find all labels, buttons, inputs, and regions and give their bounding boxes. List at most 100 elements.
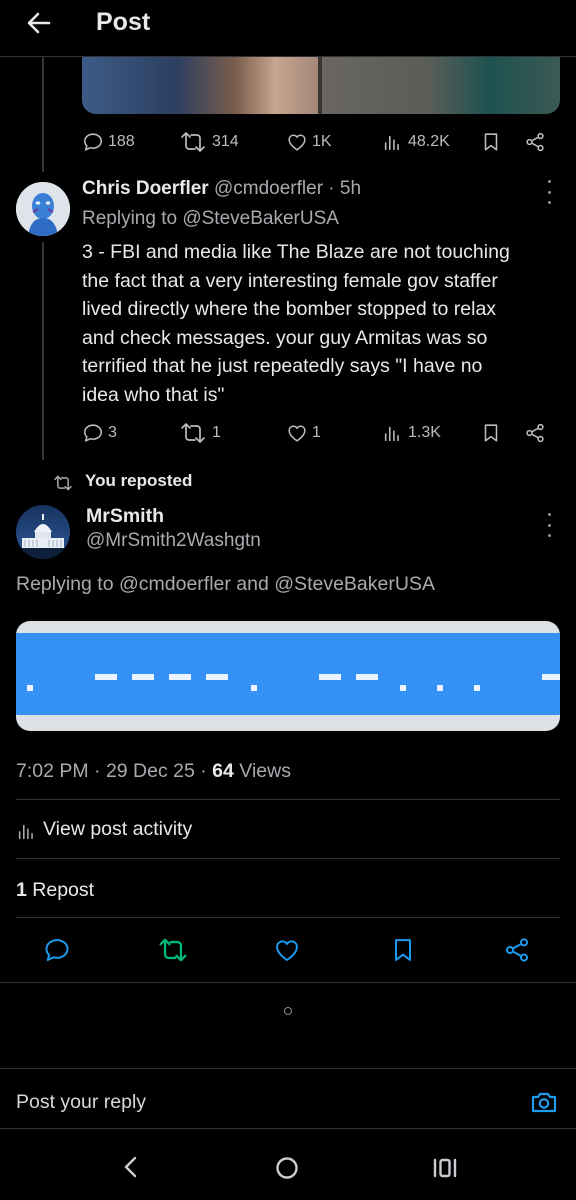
camera-icon <box>531 1092 557 1113</box>
repost-icon <box>181 132 205 152</box>
mention-link[interactable]: @SteveBakerUSA <box>182 208 339 229</box>
recent-apps-icon <box>433 1158 457 1178</box>
page-title: Post <box>96 8 151 36</box>
replying-to-label: Replying to <box>82 208 183 229</box>
view-count: 1.3K <box>408 424 441 441</box>
reply-button[interactable] <box>43 936 71 969</box>
bookmark-icon <box>395 939 411 961</box>
bookmark-button[interactable] <box>480 128 502 156</box>
media-image-right[interactable] <box>322 56 560 114</box>
chevron-left-icon <box>124 1156 137 1178</box>
bookmark-button[interactable] <box>389 936 417 969</box>
repost-button[interactable]: 314 <box>178 128 239 156</box>
reply-count: 3 <box>108 424 117 441</box>
divider <box>16 799 560 800</box>
post-text-line: and check messages. your guy Armitas was… <box>82 326 488 349</box>
repost-count-label: Repost <box>26 879 95 901</box>
mention-link[interactable]: @SteveBakerUSA <box>274 573 435 595</box>
share-button[interactable] <box>524 419 546 447</box>
view-count: 48.2K <box>408 133 450 150</box>
view-post-activity-row[interactable]: View post activity <box>16 812 560 848</box>
share-icon <box>526 423 544 443</box>
divider <box>0 982 576 983</box>
reply-button[interactable]: 188 <box>82 128 135 156</box>
like-button[interactable]: 1 <box>286 419 321 447</box>
repost-count: 1 <box>16 879 27 901</box>
heart-icon <box>276 940 298 961</box>
back-arrow-icon[interactable] <box>22 6 56 40</box>
more-options-icon[interactable] <box>545 513 553 537</box>
like-button[interactable] <box>273 936 301 969</box>
system-navigation-bar <box>0 1140 576 1200</box>
repost-count: 314 <box>212 133 239 150</box>
nav-recents-button[interactable] <box>432 1156 458 1185</box>
like-count: 1K <box>312 133 332 150</box>
display-name[interactable]: Chris Doerfler <box>82 178 209 199</box>
thread-line <box>42 57 44 172</box>
share-icon <box>505 938 529 962</box>
like-button[interactable]: 1K <box>286 128 332 156</box>
avatar-figure-icon <box>16 182 70 236</box>
reply-input[interactable]: Post your reply <box>16 1091 146 1114</box>
media-image-left[interactable] <box>82 56 318 114</box>
reply-post-header: Chris Doerfler @cmdoerfler · 5h <box>82 177 361 201</box>
nav-home-button[interactable] <box>275 1156 299 1185</box>
display-name[interactable]: MrSmith <box>86 504 164 528</box>
reply-count: 188 <box>108 133 135 150</box>
post-text-line: lived directly where the bomber stopped … <box>82 298 497 321</box>
like-count: 1 <box>312 424 321 441</box>
divider <box>0 1128 576 1129</box>
reply-icon <box>83 133 103 151</box>
camera-button[interactable] <box>529 1087 559 1122</box>
repost-button[interactable] <box>156 936 190 969</box>
bookmark-button[interactable] <box>480 419 502 447</box>
bookmark-icon <box>484 133 498 151</box>
repost-count-row[interactable]: 1 Repost <box>16 877 94 903</box>
handle-and-time: @cmdoerfler · 5h <box>213 178 362 199</box>
views-label: Views <box>233 760 291 782</box>
parent-post-media[interactable] <box>82 56 560 114</box>
view-post-activity-label: View post activity <box>43 818 193 840</box>
views-count: 64 <box>212 760 234 782</box>
handle[interactable]: @MrSmith2Washgtn <box>86 529 261 553</box>
thread-line <box>42 242 44 460</box>
reply-composer: Post your reply <box>0 1069 576 1129</box>
more-options-icon[interactable] <box>545 180 553 204</box>
timestamp-text: 7:02 PM · 29 Dec 25 · <box>16 760 213 782</box>
morse-code-image <box>16 633 560 715</box>
heart-icon <box>288 134 306 151</box>
post-text-line: terrified that he just repeatedly says "… <box>82 355 483 378</box>
analytics-icon <box>18 824 33 840</box>
avatar[interactable] <box>16 182 70 236</box>
views-button[interactable]: 1.3K <box>382 419 441 447</box>
replying-to-and: and <box>230 573 275 595</box>
repost-count: 1 <box>212 424 221 441</box>
share-icon <box>526 132 544 152</box>
repost-button[interactable]: 1 <box>178 419 221 447</box>
avatar[interactable] <box>16 505 70 559</box>
reply-button[interactable]: 3 <box>82 419 117 447</box>
repost-icon <box>54 475 72 491</box>
post-text-line: idea who that is" <box>82 383 225 406</box>
post-body: 3 - FBI and media like The Blaze are not… <box>82 238 562 410</box>
share-button[interactable] <box>524 128 546 156</box>
post-image[interactable] <box>16 621 560 731</box>
repost-indicator-label: You reposted <box>85 471 193 490</box>
capitol-building-icon <box>16 505 70 559</box>
heart-icon <box>288 425 306 442</box>
replying-to: Replying to @SteveBakerUSA <box>82 206 339 232</box>
reply-icon <box>83 424 103 442</box>
views-chart-icon <box>384 426 399 442</box>
replying-to-label: Replying to <box>16 573 119 595</box>
top-app-bar: Post <box>0 0 576 57</box>
mention-link[interactable]: @cmdoerfler <box>119 573 231 595</box>
share-button[interactable] <box>503 936 531 969</box>
post-text-line: the fact that a very interesting female … <box>82 269 498 292</box>
views-button[interactable]: 48.2K <box>382 128 450 156</box>
parent-post-actions: 188 314 1K 48.2K <box>82 128 552 156</box>
repost-icon <box>159 938 187 962</box>
nav-back-button[interactable] <box>118 1154 144 1185</box>
replying-to: Replying to @cmdoerfler and @SteveBakerU… <box>16 571 435 597</box>
home-circle-icon <box>276 1157 298 1179</box>
views-chart-icon <box>384 135 399 151</box>
